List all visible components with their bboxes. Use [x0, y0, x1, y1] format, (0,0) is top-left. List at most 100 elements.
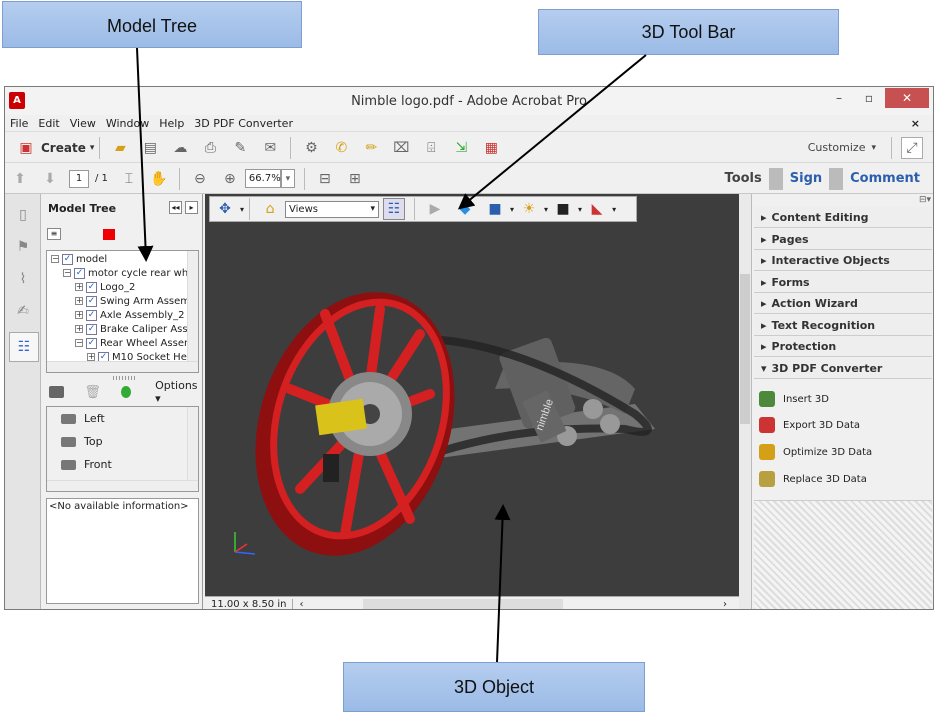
print-icon[interactable]: ⎙	[199, 137, 221, 159]
create-button[interactable]: ▣ Create ▾	[11, 137, 94, 159]
maximize-button[interactable]: ▫	[855, 88, 883, 108]
email-icon[interactable]: ✉	[259, 137, 281, 159]
section-interactive-objects[interactable]: ▸ Interactive Objects	[754, 250, 932, 271]
tree-item[interactable]: + ✓ Swing Arm Assem	[75, 294, 190, 308]
color-picker-icon[interactable]	[103, 228, 115, 240]
fit-width-icon[interactable]: ⊞	[344, 168, 366, 190]
edit-icon[interactable]: ✎	[229, 137, 251, 159]
section-action-wizard[interactable]: ▸ Action Wizard	[754, 293, 932, 314]
optimize-3d-data-tool[interactable]: Optimize 3D Data	[759, 441, 872, 463]
insert-3d-icon	[759, 391, 775, 407]
export-icon[interactable]: ⇲	[450, 137, 472, 159]
select-tool-icon[interactable]: ⌶	[118, 168, 140, 190]
tab-sign[interactable]: Sign	[783, 171, 829, 186]
main-toolbar: ▣ Create ▾ ▰ ▤ ☁ ⎙ ✎ ✉ ⚙ ✆ ✏ ⌧ ⌹ ⇲ ▦ Cust…	[5, 133, 933, 163]
tree-vertical-scrollbar[interactable]	[187, 251, 198, 372]
section-pages[interactable]: ▸ Pages	[754, 229, 932, 250]
view-item[interactable]: Front	[47, 453, 198, 476]
bookmarks-icon[interactable]: ⚑	[12, 236, 34, 258]
next-page-icon[interactable]: ⬇	[39, 168, 61, 190]
scroll-left-icon[interactable]: ‹	[299, 599, 303, 610]
panel-empty-area	[754, 500, 932, 609]
customize-button[interactable]: Customize	[808, 141, 866, 154]
zoom-dropdown-icon[interactable]: ▾	[280, 169, 295, 188]
cloud-upload-icon[interactable]: ☁	[169, 137, 191, 159]
previous-page-icon[interactable]: ⬆	[9, 168, 31, 190]
forms-icon[interactable]: ▦	[480, 137, 502, 159]
menu-view[interactable]: View	[65, 117, 101, 130]
tree-item[interactable]: + ✓ Brake Caliper Asse	[75, 322, 194, 336]
menu-file[interactable]: File	[5, 117, 33, 130]
tree-item[interactable]: − ✓ Rear Wheel Assen	[75, 336, 190, 350]
menu-help[interactable]: Help	[154, 117, 189, 130]
tree-item[interactable]: − ✓ model	[51, 252, 107, 266]
optimize-3d-icon	[759, 444, 775, 460]
attachments-icon[interactable]: ⌇	[12, 268, 34, 290]
expand-icon[interactable]: ⤢	[901, 136, 923, 159]
comment-bubble-icon[interactable]: ✆	[330, 137, 352, 159]
menu-3d-pdf-converter[interactable]: 3D PDF Converter	[189, 117, 298, 130]
collapse-panel-icon[interactable]: ◂◂	[169, 201, 182, 214]
views-vertical-scrollbar[interactable]	[187, 407, 198, 491]
tab-tools[interactable]: Tools	[718, 171, 769, 186]
views-horizontal-scrollbar[interactable]	[47, 480, 198, 491]
scan-icon[interactable]: ⌹	[420, 137, 442, 159]
stamp-icon[interactable]: ⌧	[390, 137, 412, 159]
tools-panel: ⊟▾ ▸ Content Editing ▸ Pages ▸ Interacti…	[739, 194, 933, 609]
view-item[interactable]: Left	[47, 407, 198, 430]
create-view-icon[interactable]	[49, 386, 65, 398]
acrobat-app-icon: A	[9, 92, 25, 109]
document-close-icon[interactable]: ×	[906, 117, 925, 130]
export-3d-data-tool[interactable]: Export 3D Data	[759, 414, 860, 436]
page-thumbnails-icon[interactable]: ▯	[12, 204, 34, 226]
open-folder-icon[interactable]: ▰	[109, 137, 131, 159]
signatures-icon[interactable]: ✍	[12, 300, 34, 322]
create-label: Create	[41, 140, 86, 155]
section-protection[interactable]: ▸ Protection	[754, 336, 932, 357]
document-vertical-scrollbar[interactable]	[739, 194, 752, 609]
zoom-in-icon[interactable]: ⊕	[219, 168, 241, 190]
object-info-box: <No available information>	[46, 498, 199, 604]
insert-3d-tool[interactable]: Insert 3D	[759, 388, 829, 410]
tree-options-icon[interactable]: ≡	[47, 228, 61, 240]
page-number-input[interactable]: 1	[69, 169, 89, 188]
3d-model-render[interactable]: nimble	[205, 214, 739, 594]
section-text-recognition[interactable]: ▸ Text Recognition	[754, 315, 932, 336]
menu-window[interactable]: Window	[101, 117, 154, 130]
hand-tool-icon[interactable]: ✋	[148, 168, 170, 190]
go-view-icon[interactable]	[120, 386, 132, 398]
replace-3d-data-tool[interactable]: Replace 3D Data	[759, 468, 867, 490]
callout-3d-object: 3D Object	[343, 662, 645, 712]
settings-gear-icon[interactable]: ⚙	[300, 137, 322, 159]
zoom-level-input[interactable]: 66.7%	[244, 169, 281, 188]
model-tree-icon[interactable]: ☷	[9, 332, 39, 362]
zoom-out-icon[interactable]: ⊖	[189, 168, 211, 190]
highlight-icon[interactable]: ✏	[360, 137, 382, 159]
delete-view-icon[interactable]: 🗑	[84, 385, 101, 400]
close-button[interactable]: ✕	[885, 88, 929, 108]
options-button[interactable]: Options ▾	[155, 379, 199, 405]
page-size: 11.00 x 8.50 in	[205, 598, 294, 609]
panel-options-icon[interactable]: ⊟▾	[919, 195, 931, 205]
3d-viewer[interactable]: ✥ ▾ ⌂ Views ☷ ▶ ◆ ■ ▾ ☀ ▾ ■ ▾ ◣ ▾	[205, 194, 739, 610]
expand-panel-icon[interactable]: ▸	[185, 201, 198, 214]
fit-page-icon[interactable]: ⊟	[314, 168, 336, 190]
tree-item[interactable]: − ✓ motor cycle rear whe	[63, 266, 194, 280]
section-forms[interactable]: ▸ Forms	[754, 272, 932, 293]
tree-horizontal-scrollbar[interactable]	[47, 361, 198, 372]
tab-comment[interactable]: Comment	[843, 171, 927, 186]
scroll-right-icon[interactable]: ›	[723, 599, 727, 610]
section-content-editing[interactable]: ▸ Content Editing	[754, 207, 932, 228]
views-toolbar: 🗑 Options ▾	[49, 379, 199, 405]
save-icon[interactable]: ▤	[139, 137, 161, 159]
view-item[interactable]: Top	[47, 430, 198, 453]
menu-edit[interactable]: Edit	[33, 117, 64, 130]
model-tree-list: − ✓ model − ✓ motor cycle rear whe + ✓ Logo_2 …	[46, 250, 199, 373]
axis-triad-icon	[234, 532, 256, 555]
horizontal-scrollbar[interactable]	[363, 599, 564, 609]
scroll-thumb[interactable]	[740, 274, 750, 424]
tree-item[interactable]: + ✓ Axle Assembly_2	[75, 308, 184, 322]
tree-item[interactable]: + ✓ Logo_2	[75, 280, 135, 294]
minimize-button[interactable]: –	[825, 88, 853, 108]
section-3d-pdf-converter[interactable]: ▾ 3D PDF Converter	[754, 358, 932, 379]
